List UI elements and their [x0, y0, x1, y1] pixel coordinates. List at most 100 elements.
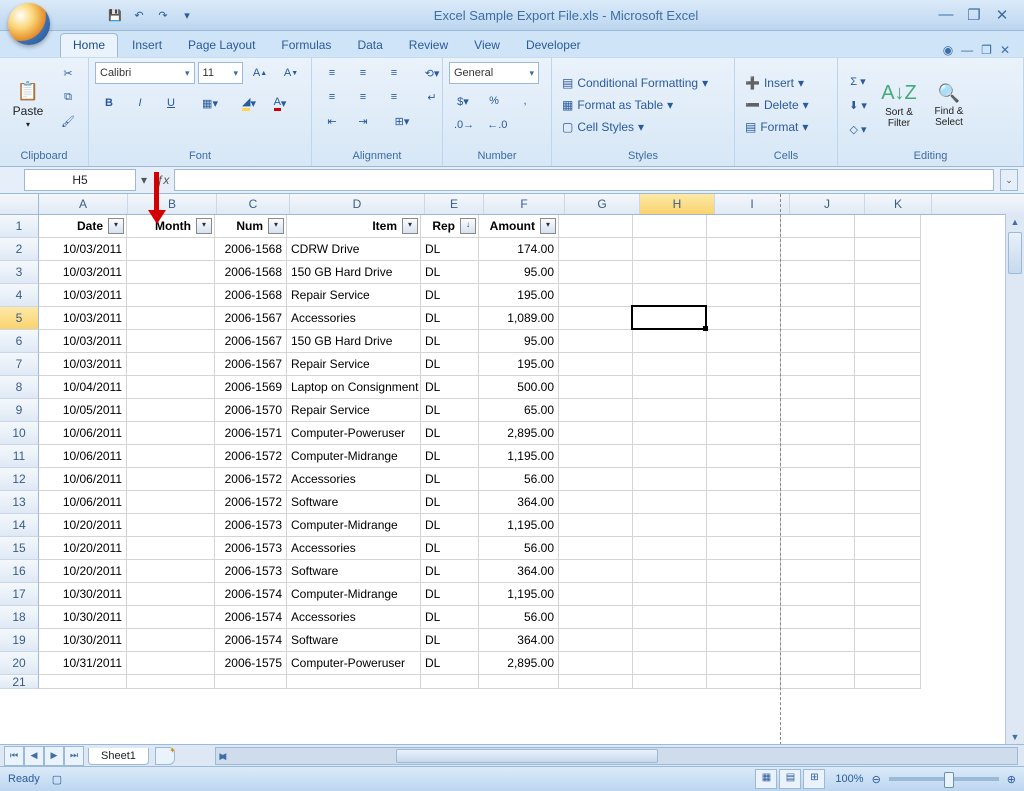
cell[interactable]: 10/06/2011 — [39, 491, 127, 514]
cell[interactable] — [781, 514, 855, 537]
cell[interactable]: 10/06/2011 — [39, 468, 127, 491]
cell[interactable] — [855, 284, 921, 307]
cell[interactable] — [855, 606, 921, 629]
cell[interactable] — [855, 261, 921, 284]
cell[interactable] — [127, 514, 215, 537]
increase-indent-button[interactable]: ⇥ — [349, 110, 377, 132]
save-icon[interactable]: 💾 — [106, 6, 124, 24]
col-header-C[interactable]: C — [217, 194, 290, 214]
orientation-button[interactable]: ⟲▾ — [418, 62, 446, 84]
cell[interactable]: 195.00 — [479, 353, 559, 376]
cell[interactable]: Repair Service — [287, 353, 421, 376]
cell[interactable]: 2006-1567 — [215, 353, 287, 376]
col-header-H[interactable]: H — [640, 194, 715, 214]
cell[interactable] — [633, 376, 707, 399]
filter-header-cell[interactable] — [559, 215, 633, 238]
borders-button[interactable]: ▦▾ — [196, 92, 224, 114]
row-header[interactable]: 10 — [0, 422, 39, 445]
cell[interactable]: DL — [421, 307, 479, 330]
cell[interactable] — [781, 422, 855, 445]
cell[interactable]: 2006-1573 — [215, 514, 287, 537]
cell[interactable]: Accessories — [287, 468, 421, 491]
cell[interactable] — [781, 606, 855, 629]
cell[interactable]: DL — [421, 261, 479, 284]
cell[interactable] — [707, 330, 781, 353]
sheet-nav-prev[interactable]: ◀ — [24, 746, 44, 766]
cell[interactable]: 2006-1570 — [215, 399, 287, 422]
tab-home[interactable]: Home — [60, 33, 118, 57]
qat-customize-icon[interactable]: ▾ — [178, 6, 196, 24]
font-color-button[interactable]: A▾ — [266, 92, 294, 114]
cell[interactable] — [633, 629, 707, 652]
cell[interactable] — [855, 629, 921, 652]
zoom-in-button[interactable]: ⊕ — [1007, 773, 1016, 786]
cell[interactable]: 95.00 — [479, 261, 559, 284]
minimize-button[interactable]: — — [936, 6, 956, 24]
row-header[interactable]: 8 — [0, 376, 39, 399]
scroll-down-icon[interactable]: ▼ — [1006, 729, 1024, 745]
filter-dropdown-icon[interactable]: ▾ — [402, 218, 418, 234]
cell[interactable] — [781, 652, 855, 675]
cell[interactable] — [559, 238, 633, 261]
cell[interactable]: 2006-1573 — [215, 560, 287, 583]
fill-color-button[interactable]: ◢▾ — [235, 92, 263, 114]
name-box-dropdown[interactable]: ▾ — [136, 169, 152, 191]
sheet-tab-sheet1[interactable]: Sheet1 — [88, 748, 149, 765]
row-header[interactable]: 2 — [0, 238, 39, 261]
new-sheet-button[interactable] — [155, 747, 175, 765]
fill-button[interactable]: ⬇ ▾ — [844, 94, 872, 116]
cell[interactable] — [781, 284, 855, 307]
cell[interactable] — [633, 583, 707, 606]
align-top-button[interactable]: ≡ — [318, 62, 346, 84]
normal-view-button[interactable]: ▦ — [755, 769, 777, 789]
cell[interactable] — [633, 284, 707, 307]
number-format-combo[interactable]: General▾ — [449, 62, 539, 84]
filter-dropdown-icon[interactable]: ▾ — [268, 218, 284, 234]
cell[interactable]: 364.00 — [479, 560, 559, 583]
cell[interactable] — [479, 675, 559, 689]
cell[interactable] — [855, 238, 921, 261]
cell[interactable] — [127, 399, 215, 422]
cell[interactable] — [633, 606, 707, 629]
row-header[interactable]: 15 — [0, 537, 39, 560]
cell[interactable] — [559, 652, 633, 675]
cell[interactable]: 195.00 — [479, 284, 559, 307]
cell[interactable]: 2006-1574 — [215, 629, 287, 652]
cell[interactable]: 56.00 — [479, 606, 559, 629]
cell[interactable]: DL — [421, 583, 479, 606]
cell[interactable]: DL — [421, 514, 479, 537]
cell[interactable]: 150 GB Hard Drive — [287, 330, 421, 353]
underline-button[interactable]: U — [157, 92, 185, 114]
col-header-F[interactable]: F — [484, 194, 565, 214]
cell[interactable] — [707, 652, 781, 675]
cell[interactable]: 1,195.00 — [479, 445, 559, 468]
filter-header-cell[interactable] — [707, 215, 781, 238]
cell[interactable] — [707, 675, 781, 689]
cell[interactable]: DL — [421, 445, 479, 468]
cell[interactable]: Repair Service — [287, 284, 421, 307]
cell[interactable]: Computer-Poweruser — [287, 652, 421, 675]
cut-button[interactable]: ✂ — [54, 62, 82, 84]
tab-formulas[interactable]: Formulas — [269, 34, 343, 57]
cell[interactable] — [559, 445, 633, 468]
cell[interactable] — [559, 560, 633, 583]
row-header[interactable]: 14 — [0, 514, 39, 537]
cell[interactable]: 2006-1567 — [215, 330, 287, 353]
decrease-font-button[interactable]: A▼ — [277, 62, 305, 84]
cell[interactable] — [559, 468, 633, 491]
cell[interactable] — [127, 652, 215, 675]
cell[interactable]: 2006-1573 — [215, 537, 287, 560]
cell[interactable] — [633, 399, 707, 422]
format-cells-button[interactable]: ▤Format ▾ — [741, 117, 831, 137]
cell[interactable] — [781, 537, 855, 560]
cell[interactable] — [633, 261, 707, 284]
cell[interactable]: DL — [421, 353, 479, 376]
cell[interactable]: Accessories — [287, 307, 421, 330]
cell[interactable] — [127, 468, 215, 491]
cell[interactable] — [633, 238, 707, 261]
cell[interactable]: 2,895.00 — [479, 652, 559, 675]
row-header[interactable]: 11 — [0, 445, 39, 468]
tab-data[interactable]: Data — [345, 34, 394, 57]
cell[interactable] — [559, 399, 633, 422]
cell[interactable] — [633, 675, 707, 689]
